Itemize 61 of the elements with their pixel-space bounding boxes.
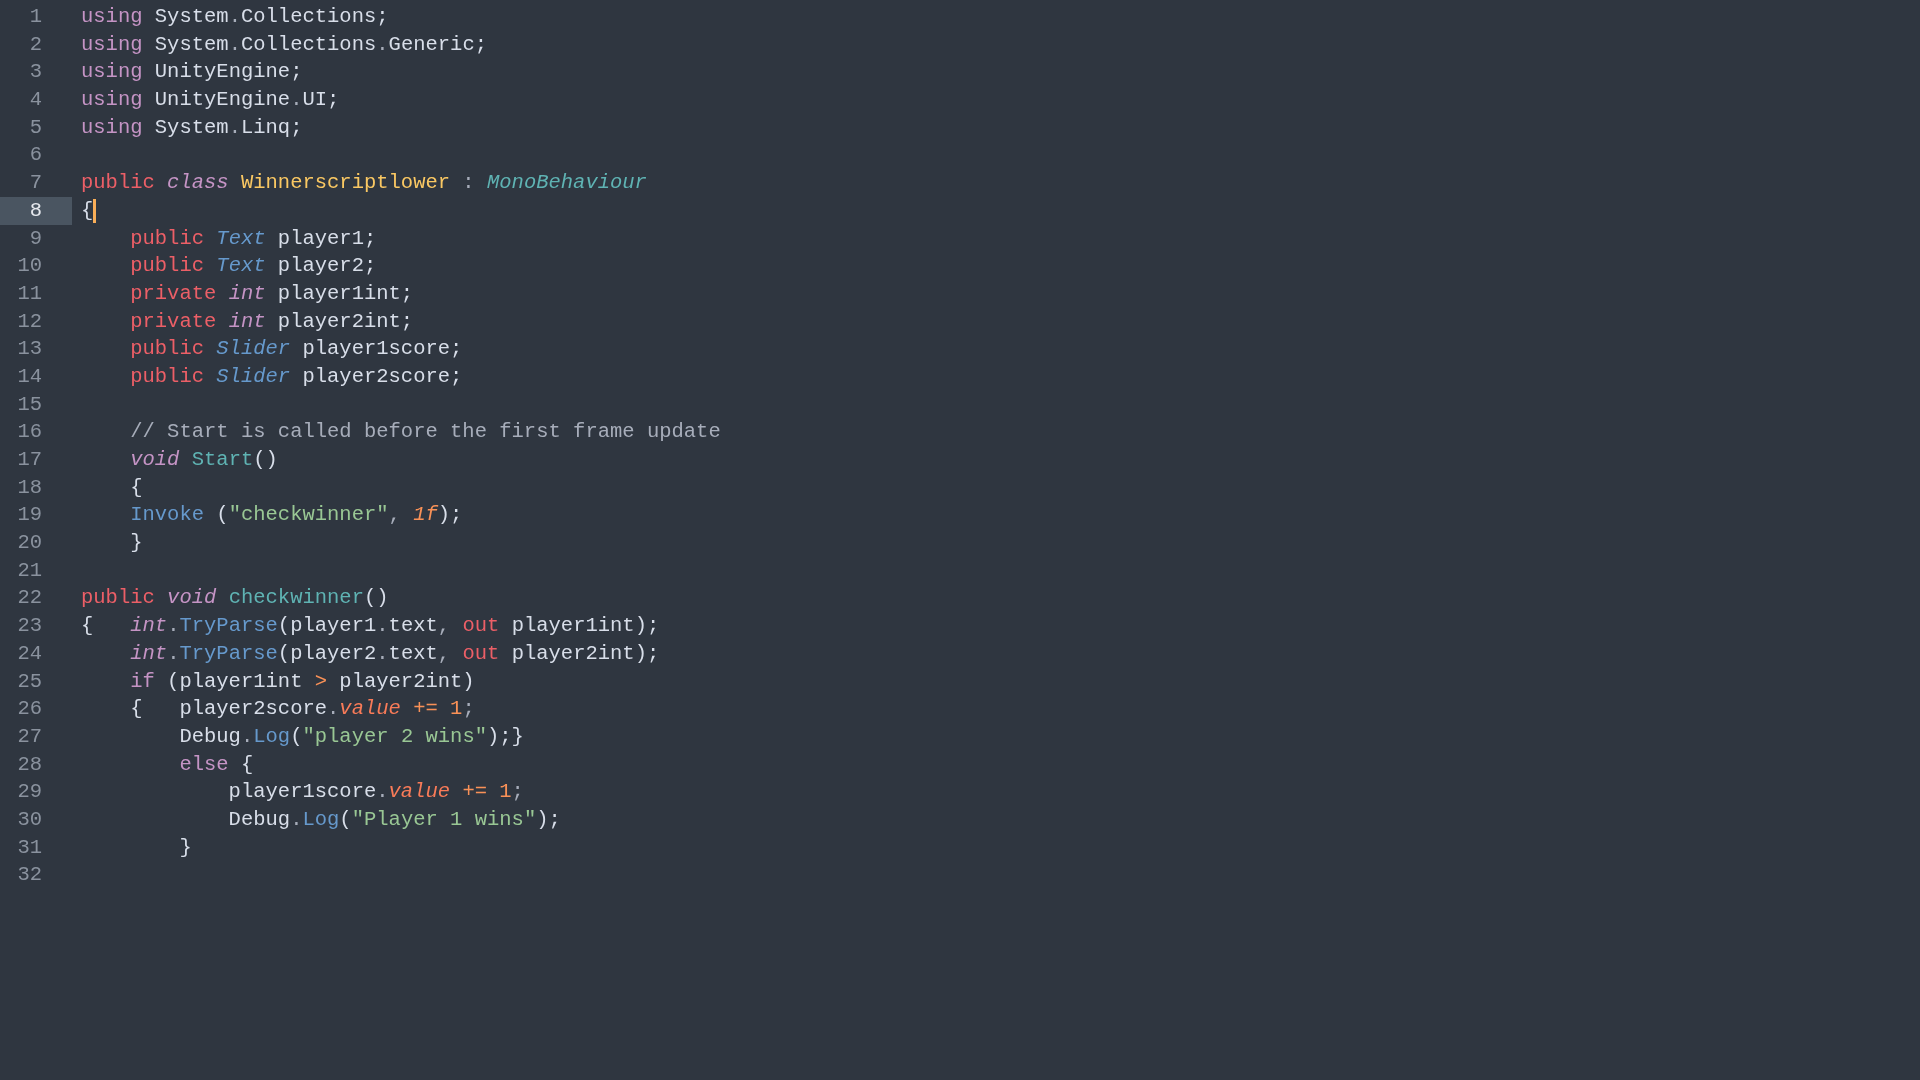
line-number: 4 bbox=[28, 87, 43, 114]
code-line: public Slider player1score; bbox=[129, 336, 463, 363]
line-number: 19 bbox=[16, 502, 43, 529]
line-number: 30 bbox=[16, 806, 43, 833]
code-line: // Start is called before the first frame update bbox=[129, 419, 721, 446]
line-number: 16 bbox=[16, 419, 43, 446]
code-line: public Slider player2score; bbox=[129, 363, 463, 390]
line-number: 24 bbox=[16, 640, 43, 667]
line-number: 17 bbox=[16, 447, 43, 473]
line-number: 28 bbox=[16, 751, 43, 778]
code-line: else { bbox=[178, 751, 254, 778]
code-line: using System.Linq; bbox=[81, 114, 303, 141]
line-number: 21 bbox=[16, 557, 43, 584]
code-line: } bbox=[178, 834, 192, 861]
code-line: if (player1int > player2int) bbox=[129, 668, 475, 695]
code-line: player1score.value += 1; bbox=[227, 779, 524, 806]
line-number: 23 bbox=[16, 613, 43, 640]
line-number: 22 bbox=[16, 585, 43, 612]
line-number: 27 bbox=[16, 723, 43, 750]
code-line: int.TryParse(player2.text, out player2int); bbox=[129, 640, 660, 667]
line-number: 6 bbox=[28, 142, 43, 169]
code-line: public class Winnerscriptlower : MonoBehaviour bbox=[81, 170, 647, 197]
code-line: using UnityEngine; bbox=[81, 59, 303, 86]
code-line: Invoke ("checkwinner", 1f); bbox=[129, 502, 463, 529]
line-number: 9 bbox=[28, 225, 43, 252]
line-number: 7 bbox=[28, 170, 43, 197]
line-number: 32 bbox=[16, 862, 43, 889]
line-number: 13 bbox=[16, 336, 43, 363]
line-number: 11 bbox=[16, 280, 43, 307]
code-line: using System.Collections; bbox=[81, 4, 389, 30]
code-line: void Start() bbox=[129, 447, 278, 473]
code-line: public Text player1; bbox=[129, 225, 377, 252]
code-line: public Text player2; bbox=[129, 253, 377, 280]
text-cursor bbox=[93, 198, 97, 223]
line-number: 31 bbox=[16, 834, 43, 861]
code-line: Debug.Log("player 2 wins");} bbox=[178, 723, 524, 750]
line-number: 20 bbox=[16, 530, 43, 557]
line-number: 14 bbox=[16, 363, 43, 390]
line-number: 18 bbox=[16, 474, 43, 501]
code-line: using UnityEngine.UI; bbox=[81, 87, 340, 114]
code-line: } bbox=[129, 530, 143, 557]
line-number: 29 bbox=[16, 779, 43, 806]
code-line: Debug.Log("Player 1 wins"); bbox=[227, 806, 561, 833]
code-line: { int.TryParse(player1.text, out player1int); bbox=[81, 613, 660, 640]
code-line: { bbox=[81, 197, 94, 224]
code-line: private int player2int; bbox=[129, 308, 414, 335]
line-number: 8 bbox=[0, 196, 72, 225]
line-number: 2 bbox=[28, 31, 43, 58]
code-line: { bbox=[129, 474, 143, 501]
line-number: 25 bbox=[16, 668, 43, 695]
code-line: public void checkwinner() bbox=[81, 585, 389, 612]
code-line: using System.Collections.Generic; bbox=[81, 31, 487, 58]
code-line: private int player1int; bbox=[129, 280, 414, 307]
line-number: 12 bbox=[16, 308, 43, 335]
code-line: { player2score.value += 1; bbox=[129, 696, 475, 723]
line-number: 10 bbox=[16, 253, 43, 280]
line-number: 5 bbox=[28, 114, 43, 141]
line-number: 3 bbox=[28, 59, 43, 86]
line-number: 15 bbox=[16, 391, 43, 418]
line-number: 26 bbox=[16, 696, 43, 723]
line-number: 1 bbox=[28, 4, 43, 30]
